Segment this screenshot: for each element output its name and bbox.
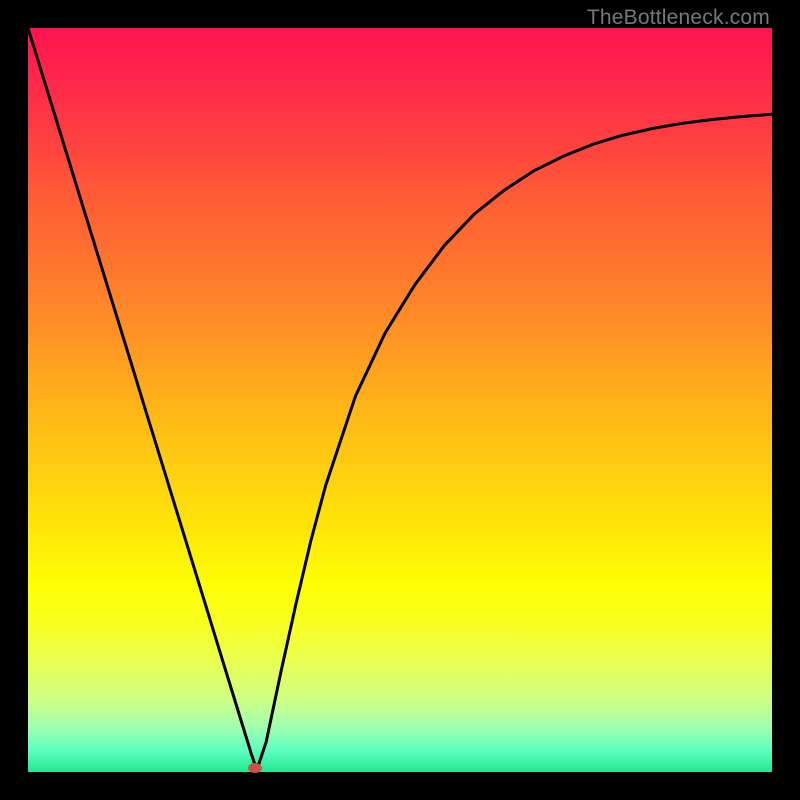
- watermark-text: TheBottleneck.com: [587, 6, 770, 30]
- bottleneck-curve: [28, 28, 772, 772]
- optimal-point-marker: [248, 763, 262, 773]
